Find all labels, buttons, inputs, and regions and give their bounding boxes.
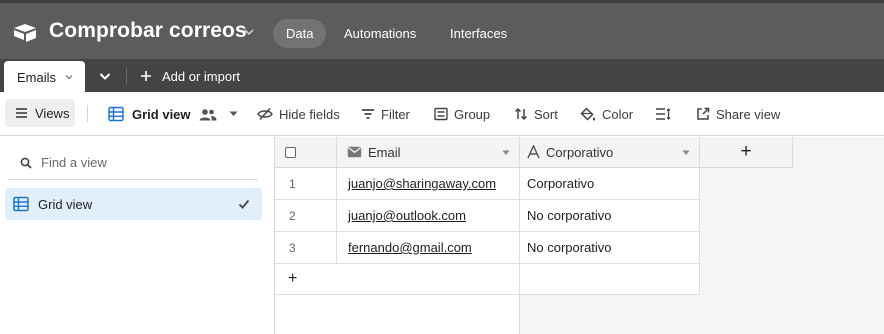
grid-empty-left xyxy=(275,295,520,334)
views-label: Views xyxy=(35,105,70,121)
caret-down-icon[interactable] xyxy=(502,150,510,156)
hide-fields-label: Hide fields xyxy=(279,106,340,122)
add-or-import-button[interactable]: Add or import xyxy=(140,67,240,85)
sort-button[interactable]: Sort xyxy=(514,105,558,123)
grid-empty-right xyxy=(520,295,884,334)
add-or-import-label: Add or import xyxy=(162,68,241,84)
row-number: 3 xyxy=(275,232,337,264)
corporativo-cell[interactable]: No corporativo xyxy=(520,232,700,264)
color-button[interactable]: Color xyxy=(580,105,633,123)
divider xyxy=(87,105,88,122)
filter-icon xyxy=(362,109,374,119)
text-field-icon xyxy=(527,145,540,159)
row-height-icon xyxy=(656,108,671,120)
app-header: Comprobar correos Data Automations Inter… xyxy=(0,0,884,62)
hamburger-icon xyxy=(16,108,27,118)
paint-bucket-icon xyxy=(580,106,596,121)
plus-icon xyxy=(141,71,151,81)
eye-slash-icon xyxy=(257,107,273,121)
checkmark-icon xyxy=(238,199,250,209)
corporativo-cell[interactable]: No corporativo xyxy=(520,200,700,232)
nav-tab-data[interactable]: Data xyxy=(273,19,327,48)
view-toolbar: Views Grid view Hide fields Filter Group… xyxy=(0,92,884,136)
share-icon xyxy=(697,107,710,120)
grid-view-icon xyxy=(108,106,124,122)
share-view-label: Share view xyxy=(716,106,781,122)
chevron-down-icon[interactable] xyxy=(64,72,74,82)
caret-down-icon[interactable] xyxy=(682,150,690,156)
nav-tab-automations[interactable]: Automations xyxy=(331,19,429,48)
row-number: 2 xyxy=(275,200,337,232)
view-search xyxy=(8,146,258,180)
email-cell[interactable]: juanjo@outlook.com xyxy=(337,200,520,232)
corporativo-cell[interactable]: Corporativo xyxy=(520,168,700,200)
hide-fields-button[interactable]: Hide fields xyxy=(257,105,340,123)
column-header-corporativo[interactable]: Corporativo xyxy=(520,137,700,168)
data-grid: Email Corporativo + 1 juanjo@sharingaway… xyxy=(275,137,884,334)
divider xyxy=(126,68,127,84)
add-row-button[interactable]: + xyxy=(275,264,520,295)
current-view-button[interactable]: Grid view xyxy=(108,105,238,123)
table-row[interactable]: 2 juanjo@outlook.com No corporativo xyxy=(275,200,700,232)
base-title[interactable]: Comprobar correos xyxy=(49,19,247,43)
group-icon xyxy=(434,107,448,121)
sort-label: Sort xyxy=(534,106,558,122)
tables-bar: Emails Add or import xyxy=(0,59,884,92)
add-row[interactable]: + xyxy=(275,264,700,295)
sidebar-view-grid[interactable]: Grid view xyxy=(5,188,262,220)
filter-label: Filter xyxy=(381,106,410,122)
share-view-button[interactable]: Share view xyxy=(696,105,780,123)
table-row[interactable]: 1 juanjo@sharingaway.com Corporativo xyxy=(275,168,700,200)
search-icon xyxy=(20,157,32,169)
caret-down-icon xyxy=(229,111,238,116)
table-row[interactable]: 3 fernando@gmail.com No corporativo xyxy=(275,232,700,264)
grid-view-icon xyxy=(13,196,29,212)
add-field-button[interactable]: + xyxy=(700,137,793,168)
add-row-filler xyxy=(520,264,700,295)
find-view-input[interactable] xyxy=(41,155,241,170)
color-label: Color xyxy=(602,106,634,122)
group-button[interactable]: Group xyxy=(434,105,490,123)
grid-header-row: Email Corporativo + xyxy=(275,137,793,168)
table-tab-label: Emails xyxy=(17,70,57,85)
views-sidebar: Grid view xyxy=(0,137,275,334)
email-icon xyxy=(347,146,362,158)
email-cell[interactable]: juanjo@sharingaway.com xyxy=(337,168,520,200)
views-button[interactable]: Views xyxy=(5,99,75,127)
table-tab-emails[interactable]: Emails xyxy=(4,61,85,92)
column-name: Corporativo xyxy=(546,144,614,160)
column-name: Email xyxy=(368,144,401,160)
select-all-cell xyxy=(275,137,337,168)
nav-tab-interfaces[interactable]: Interfaces xyxy=(437,19,520,48)
column-header-email[interactable]: Email xyxy=(337,137,520,168)
row-height-button[interactable] xyxy=(655,105,671,123)
filter-button[interactable]: Filter xyxy=(361,105,410,123)
select-all-checkbox[interactable] xyxy=(285,146,296,158)
current-view-name: Grid view xyxy=(132,106,191,122)
row-number: 1 xyxy=(275,168,337,200)
tables-menu-chevron-icon[interactable] xyxy=(97,68,113,84)
collaborators-icon xyxy=(199,108,217,120)
sort-icon xyxy=(514,107,528,121)
sidebar-view-label: Grid view xyxy=(38,196,93,212)
email-cell[interactable]: fernando@gmail.com xyxy=(337,232,520,264)
group-label: Group xyxy=(454,106,491,122)
chevron-down-icon[interactable] xyxy=(242,25,256,39)
base-logo-icon[interactable] xyxy=(13,23,37,43)
